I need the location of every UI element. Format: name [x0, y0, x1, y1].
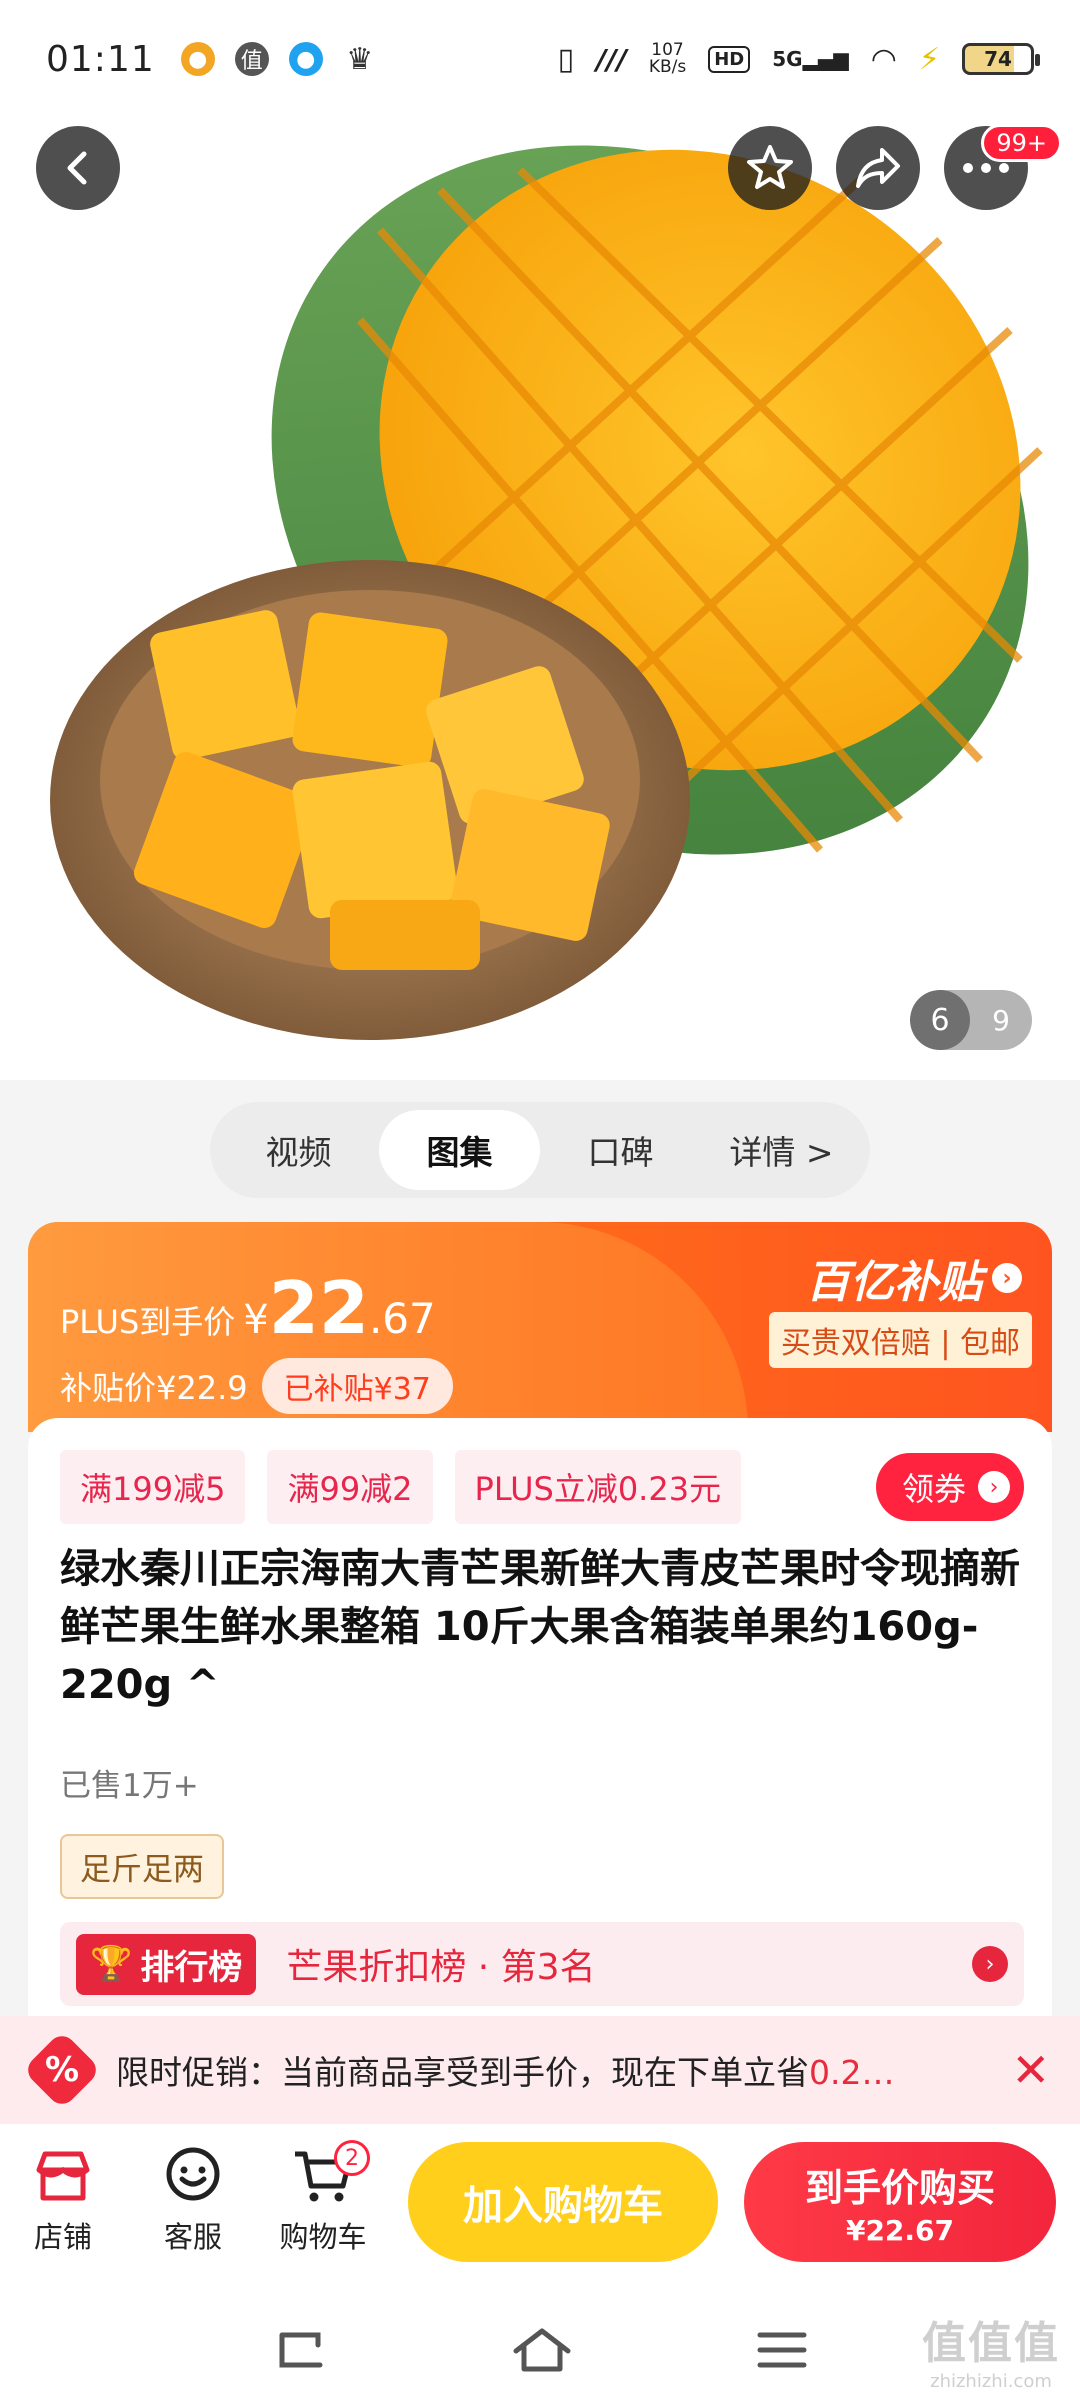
chevron-right-icon: ›: [972, 1946, 1008, 1982]
message-count-badge: 99+: [981, 124, 1062, 162]
zhi-notification-icon: 值: [234, 42, 269, 76]
plus-price-label: PLUS到手价: [60, 1303, 236, 1341]
signal-bars-icon: ///: [596, 42, 627, 76]
cart-button[interactable]: 2 购物车: [268, 2140, 378, 2256]
customer-service-button[interactable]: 客服: [138, 2144, 248, 2256]
watermark-site: zhizhizhi.com: [930, 2371, 1052, 2392]
subsidized-amount-chip: 已补贴¥37: [261, 1358, 453, 1414]
nav-home-icon[interactable]: [510, 2325, 574, 2375]
store-icon: [36, 2151, 90, 2201]
cart-label: 购物车: [279, 2220, 367, 2254]
coupon-tag[interactable]: PLUS立减0.23元: [454, 1450, 742, 1524]
promo-text-prefix: 限时促销：当前商品享受到手价，现在下单立省: [116, 2053, 809, 2092]
billion-subsidy-logo[interactable]: 百亿补贴 ›: [806, 1246, 1022, 1310]
price-integer: 22: [268, 1266, 369, 1350]
limited-promo-bar[interactable]: % 限时促销：当前商品享受到手价，现在下单立省0.2… ✕: [0, 2016, 1080, 2124]
subsidy-price-row: 补贴价¥22.9 已补贴¥37: [60, 1358, 453, 1414]
product-info-card: 满199减5 满99减2 PLUS立减0.23元 领券 › 绿水秦川正宗海南大青…: [28, 1418, 1052, 2018]
cell-signal: 5G▂▄▆: [772, 47, 849, 71]
nav-back-icon[interactable]: [270, 2325, 330, 2375]
more-dots-icon: [963, 163, 1009, 173]
product-detail-page: 6 9 01:11 ● 值 ● ♛ ▯ /// 107 KB/s HD 5G▂▄…: [0, 0, 1080, 2400]
add-to-cart-button[interactable]: 加入购物车: [408, 2142, 718, 2262]
tab-details[interactable]: 详情 >: [701, 1110, 862, 1190]
store-label: 店铺: [33, 2220, 92, 2254]
promo-text-highlight: 0.2…: [809, 2053, 895, 2092]
coupon-row: 满199减5 满99减2 PLUS立减0.23元 领券 ›: [60, 1450, 1024, 1524]
plus-price: PLUS到手价 ¥ 22 .67: [60, 1266, 436, 1350]
net-speed: 107 KB/s: [649, 42, 686, 76]
share-button[interactable]: [836, 126, 920, 210]
weight-guarantee-tag: 足斤足两: [60, 1834, 224, 1899]
customer-service-label: 客服: [163, 2220, 222, 2254]
trophy-icon: 🏆: [90, 1944, 133, 1984]
ranking-badge-label: 排行榜: [140, 1947, 243, 1988]
notification-icons: ● 值 ● ♛: [180, 41, 377, 77]
sold-count: 已售1万+: [60, 1768, 199, 1804]
price-currency: ¥: [243, 1297, 269, 1343]
coupon-tag[interactable]: 满199减5: [60, 1450, 246, 1524]
cart-count-badge: 2: [334, 2140, 370, 2176]
coupon-tag[interactable]: 满99减2: [267, 1450, 433, 1524]
product-title[interactable]: 绿水秦川正宗海南大青芒果新鲜大青皮芒果时令现摘新鲜芒果生鲜水果整箱 10斤大果含…: [60, 1540, 1022, 1714]
close-icon[interactable]: ✕: [1011, 2043, 1050, 2097]
nav-menu-icon[interactable]: [754, 2325, 810, 2375]
buy-now-label: 到手价购买: [804, 2166, 995, 2210]
net-speed-unit: KB/s: [648, 57, 687, 77]
back-button[interactable]: [36, 126, 120, 210]
network-type: 5G: [772, 47, 803, 71]
share-icon: [856, 148, 900, 188]
chevron-right-icon: ›: [978, 1471, 1010, 1503]
promo-text: 限时促销：当前商品享受到手价，现在下单立省0.2…: [116, 2046, 996, 2094]
get-coupon-label: 领券: [901, 1470, 966, 1508]
status-bar: 01:11 ● 值 ● ♛ ▯ /// 107 KB/s HD 5G▂▄▆ ◠ …: [0, 0, 1080, 118]
billion-subsidy-text: 百亿补贴: [806, 1257, 982, 1308]
system-nav-bar: 值值值 zhizhizhi.com: [0, 2300, 1080, 2400]
guarantee-tags: 买贵双倍赔 | 包邮: [768, 1312, 1032, 1368]
buy-now-button[interactable]: 到手价购买 ¥22.67: [744, 2142, 1056, 2262]
gallery-tabs: 视频 图集 口碑 详情 >: [210, 1102, 870, 1198]
buy-now-price: ¥22.67: [845, 2214, 955, 2247]
wifi-icon: ◠: [870, 41, 897, 77]
back-arrow-icon: [67, 151, 87, 185]
battery-icon: 74: [962, 43, 1040, 75]
vibrate-icon: ▯: [557, 41, 575, 77]
chat-smile-icon: [166, 2147, 220, 2201]
subsidy-price: 补贴价¥22.9: [60, 1369, 248, 1407]
bottom-action-bar: 店铺 客服 2 购物车 加入购物车 到手价购买 ¥22.67: [0, 2124, 1080, 2300]
discount-icon: %: [22, 2030, 102, 2110]
price-banner[interactable]: PLUS到手价 ¥ 22 .67 补贴价¥22.9 已补贴¥37 百亿补贴 › …: [28, 1222, 1052, 1432]
image-counter-current: 6: [910, 990, 970, 1050]
qq-notification-icon: ●: [288, 42, 323, 76]
watermark: 值值值 zhizhizhi.com: [922, 2307, 1060, 2392]
star-icon: [747, 145, 793, 189]
favorite-button[interactable]: [728, 126, 812, 210]
tab-video[interactable]: 视频: [218, 1110, 379, 1190]
hd-badge: HD: [708, 45, 751, 73]
ranking-text: 芒果折扣榜 · 第3名: [286, 1947, 596, 1988]
image-counter-total: 9: [992, 1003, 1010, 1037]
app-notification-icon: ●: [180, 42, 215, 76]
price-decimal: .67: [368, 1294, 436, 1343]
discount-icon-glyph: %: [44, 2049, 80, 2090]
status-time: 01:11: [46, 38, 155, 80]
watermark-logo: 值值值: [922, 2318, 1060, 2369]
chevron-right-icon: ›: [992, 1263, 1022, 1293]
status-right: ▯ /// 107 KB/s HD 5G▂▄▆ ◠ ⚡ 74: [557, 41, 1040, 77]
get-coupon-button[interactable]: 领券 ›: [875, 1453, 1024, 1521]
ranking-badge: 🏆 排行榜: [76, 1933, 257, 1995]
ranking-bar[interactable]: 🏆 排行榜 芒果折扣榜 · 第3名 ›: [60, 1922, 1024, 2006]
crown-notification-icon: ♛: [346, 41, 374, 77]
image-counter: 6 9: [910, 990, 1032, 1050]
tab-gallery[interactable]: 图集: [379, 1110, 540, 1190]
tab-reviews[interactable]: 口碑: [540, 1110, 701, 1190]
charging-icon: ⚡: [918, 41, 940, 77]
store-button[interactable]: 店铺: [8, 2144, 118, 2256]
